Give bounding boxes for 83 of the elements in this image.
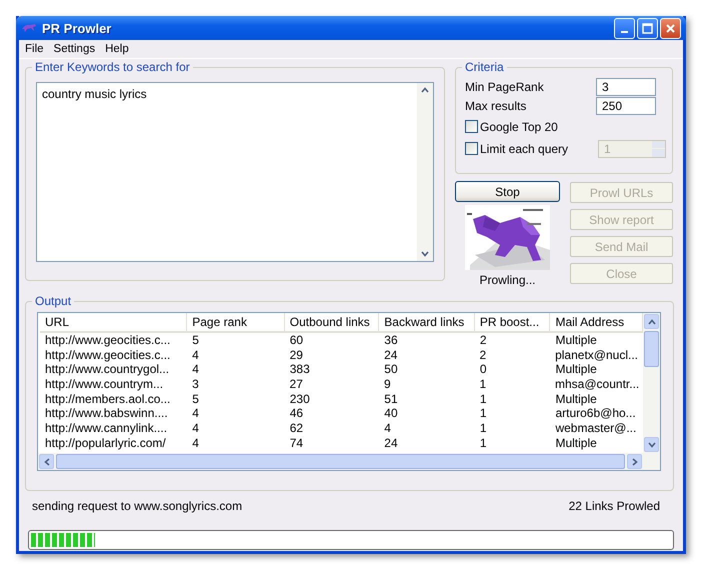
minimize-button[interactable]: [614, 18, 635, 38]
column-header[interactable]: PR boost...: [474, 313, 550, 331]
table-cell-text: 4: [383, 421, 392, 436]
table-cell-text: 4: [191, 348, 200, 362]
table-cell-text: 2: [478, 333, 488, 348]
column-header[interactable]: Outbound links: [284, 313, 380, 331]
links-count: 22 Links Prowled: [568, 499, 660, 513]
field-label: Max results: [465, 99, 526, 113]
stop-button[interactable]: Stop: [455, 181, 560, 202]
status-caption: Prowling...: [479, 273, 536, 287]
table-cell-text: http://www.geocities.c...: [44, 333, 172, 348]
checkbox-label: Limit each query: [480, 142, 568, 156]
table-cell-text: 5: [191, 392, 200, 406]
table-cell-text: 74: [288, 436, 304, 450]
table-cell-text: 1: [478, 392, 488, 406]
input-field[interactable]: 250: [596, 97, 656, 115]
table-cell-text: 27: [288, 377, 304, 392]
table-cell-text: http://www.babswinn....: [44, 406, 169, 422]
table-cell-text: 4: [191, 362, 200, 378]
menu-item[interactable]: File: [21, 42, 50, 56]
table-cell-text: 29: [288, 348, 304, 362]
horizontal-scrollbar[interactable]: [38, 453, 643, 470]
group-label: Output: [32, 294, 74, 308]
table-cell-text: http://www.cannylink....: [44, 421, 168, 436]
maximize-icon: [642, 22, 653, 34]
status-message: sending request to www.songlyrics.com: [32, 499, 242, 513]
group-label: Enter Keywords to search for: [32, 60, 193, 74]
table-cell-text: Multiple: [554, 436, 598, 450]
table-cell-text: 24: [383, 348, 398, 362]
window-title: PR Prowler: [42, 20, 112, 36]
scroll-thumb[interactable]: [644, 331, 659, 367]
table-cell-text: 9: [383, 377, 392, 392]
table-cell-text: http://popularlyric.com/: [44, 436, 167, 450]
column-header[interactable]: Backward links: [379, 313, 475, 331]
input-field[interactable]: 3: [596, 78, 656, 96]
table-cell-text: 383: [288, 362, 311, 378]
table-cell-text: 5: [191, 333, 200, 348]
table-cell-text: 50: [383, 362, 399, 378]
table-cell-text: webmaster@...: [554, 421, 638, 436]
checkbox-label: Google Top 20: [480, 120, 558, 134]
table-cell-text: 36: [383, 333, 399, 348]
table-cell-text: http://www.countrym...: [44, 377, 164, 392]
table-cell-text: 1: [478, 406, 488, 422]
minimize-icon: [621, 31, 628, 33]
close-icon: [665, 22, 676, 34]
table-cell-text: planetx@nucl...: [554, 348, 639, 362]
maximize-button[interactable]: [637, 18, 658, 38]
field-label: Min PageRank: [465, 80, 544, 94]
table-cell-text: 4: [191, 436, 200, 450]
column-header[interactable]: URL: [40, 313, 188, 331]
vertical-scrollbar[interactable]: [643, 313, 660, 470]
table-cell-text: Multiple: [554, 392, 598, 406]
table-cell-text: 2: [478, 348, 488, 362]
table-cell-text: 1: [478, 436, 488, 450]
column-header[interactable]: Page rank: [187, 313, 285, 331]
keywords-field[interactable]: country music lyrics: [36, 82, 434, 262]
table-cell-text: 4: [191, 406, 200, 422]
table-cell-text: http://www.countrygol...: [44, 362, 170, 378]
table-cell-text: 60: [288, 333, 304, 348]
table-cell-text: http://members.aol.co...: [44, 392, 172, 406]
table-cell-text: 24: [383, 436, 399, 450]
close-button[interactable]: [660, 18, 681, 38]
menu-item[interactable]: Settings: [50, 42, 102, 56]
table-cell-text: 40: [383, 406, 399, 422]
table-cell-text: 62: [288, 421, 304, 436]
table-cell-text: mhsa@countr...: [554, 377, 640, 392]
table-cell-text: 51: [383, 392, 399, 406]
menu-item[interactable]: Help: [101, 42, 135, 56]
scrollbar[interactable]: [417, 83, 433, 261]
table-cell-text: Multiple: [554, 362, 598, 378]
table-cell-text: 1: [478, 377, 488, 392]
table-cell-text: 4: [191, 421, 200, 436]
table-cell-text: http://www.geocities.c...: [44, 348, 172, 362]
panther-icon: [21, 23, 37, 33]
group-label: Criteria: [462, 60, 507, 74]
table-cell-text: 0: [478, 362, 488, 378]
table-cell-text: 1: [478, 421, 488, 436]
table-cell-text: arturo6b@ho...: [554, 406, 637, 422]
table-cell-text: 46: [288, 406, 304, 422]
table-cell-text: Multiple: [554, 333, 598, 348]
table-cell-text: 3: [191, 377, 200, 392]
checkbox[interactable]: [465, 120, 478, 133]
table-cell-text: 230: [288, 392, 311, 406]
